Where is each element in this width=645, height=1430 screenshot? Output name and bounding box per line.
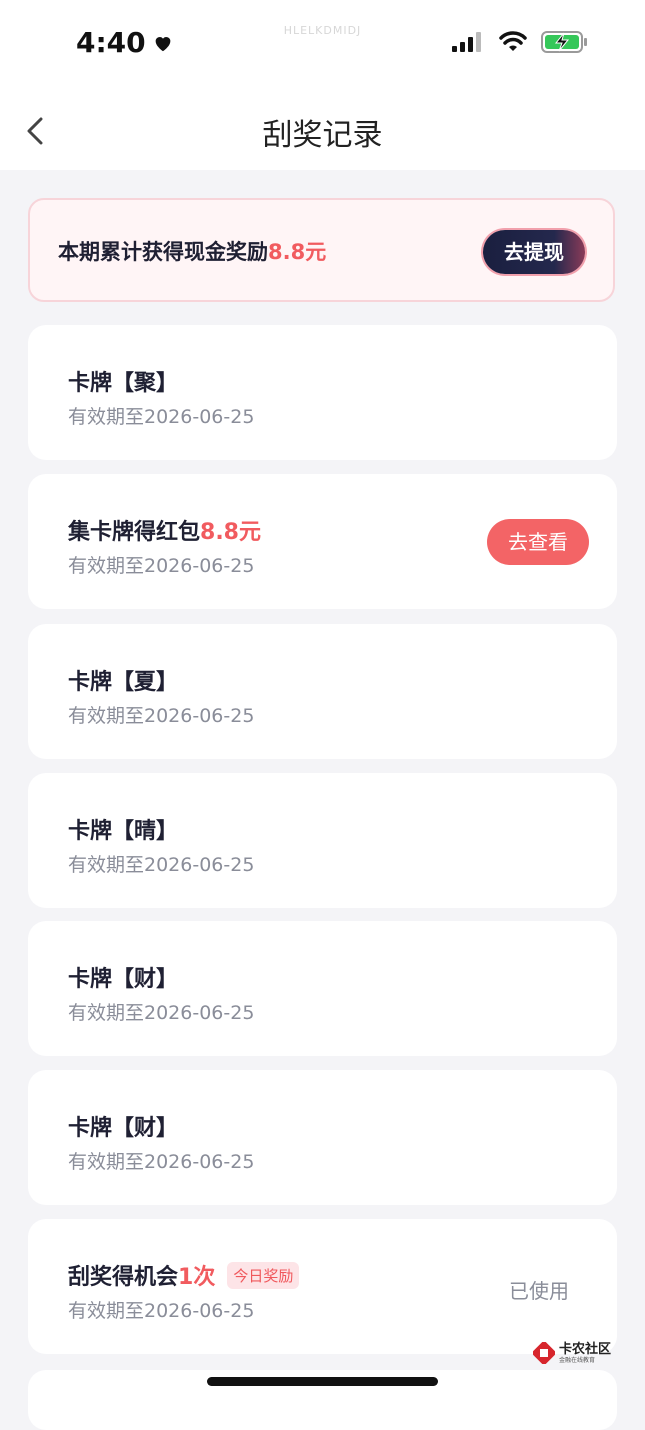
record-title-amount: 8.8元: [200, 520, 261, 545]
signal-icon: [452, 32, 481, 52]
record-validity: 有效期至2026-06-25: [68, 1002, 255, 1024]
record-title: 卡牌【财】: [68, 967, 179, 992]
record-title: 刮奖得机会 1次 今日奖励: [68, 1259, 300, 1291]
logo-title: 卡农社区: [559, 1341, 612, 1357]
record-validity: 有效期至2026-06-25: [68, 705, 255, 727]
record-validity: 有效期至2026-06-25: [68, 406, 255, 428]
record-card: 卡牌【晴】 有效期至2026-06-25: [28, 773, 617, 908]
record-card: 卡牌【财】 有效期至2026-06-25: [28, 1070, 617, 1205]
record-title-text: 刮奖得机会: [68, 1265, 179, 1290]
view-button[interactable]: 去查看: [487, 519, 589, 565]
cash-reward-label: 本期累计获得现金奖励: [58, 240, 268, 264]
withdraw-button[interactable]: 去提现: [483, 230, 585, 274]
record-card-red-packet: 集卡牌得红包 8.8元 有效期至2026-06-25 去查看: [28, 474, 617, 609]
wifi-icon: [499, 31, 527, 51]
record-validity: 有效期至2026-06-25: [68, 1300, 255, 1322]
page-title: 刮奖记录: [262, 118, 383, 153]
top-bar: 4:40 HLELKDMIDJ 刮奖记录: [0, 0, 645, 170]
record-card: 卡牌【财】 有效期至2026-06-25: [28, 921, 617, 1056]
status-icons: [451, 30, 589, 54]
record-validity: 有效期至2026-06-25: [68, 1151, 255, 1173]
record-title-amount: 1次: [178, 1265, 216, 1290]
cash-reward-amount: 8.8元: [268, 240, 327, 264]
battery-charging-icon: [541, 31, 587, 53]
record-title: 卡牌【夏】: [68, 670, 179, 695]
used-status: 已使用: [509, 1279, 569, 1303]
site-watermark-logo: 卡农社区 金融在线教育: [533, 1342, 611, 1364]
knot-logo-icon: [533, 1342, 555, 1364]
record-validity: 有效期至2026-06-25: [68, 555, 255, 577]
record-title: 卡牌【晴】: [68, 819, 179, 844]
cash-reward-banner: 本期累计获得现金奖励8.8元 去提现: [28, 198, 615, 302]
record-card: 卡牌【夏】 有效期至2026-06-25: [28, 624, 617, 759]
record-title: 集卡牌得红包 8.8元: [68, 514, 261, 546]
record-title: 卡牌【聚】: [68, 371, 179, 396]
record-card: 卡牌【聚】 有效期至2026-06-25: [28, 325, 617, 460]
logo-subtitle: 金融在线教育: [559, 1356, 596, 1364]
today-reward-tag: 今日奖励: [227, 1261, 300, 1289]
record-card-scratch-chance: 刮奖得机会 1次 今日奖励 有效期至2026-06-25 已使用: [28, 1219, 617, 1354]
record-validity: 有效期至2026-06-25: [68, 854, 255, 876]
record-title-text: 集卡牌得红包: [68, 520, 201, 545]
record-title: 卡牌【财】: [68, 1116, 179, 1141]
cash-reward-text: 本期累计获得现金奖励8.8元: [58, 236, 326, 266]
home-indicator[interactable]: [207, 1377, 438, 1386]
